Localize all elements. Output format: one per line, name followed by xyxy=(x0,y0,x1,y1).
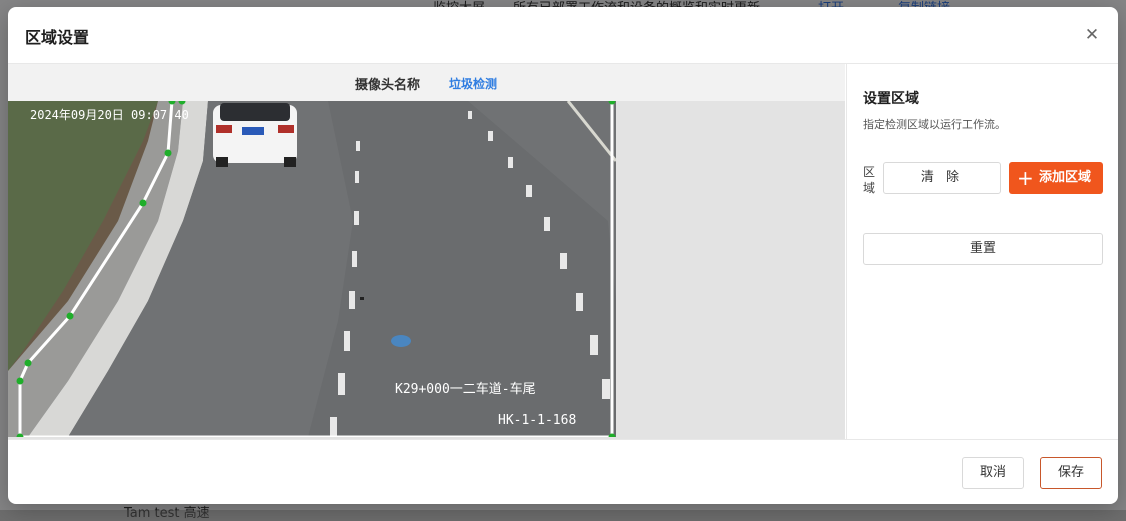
clear-button[interactable]: 清 除 xyxy=(883,162,1001,194)
polygon-vertex[interactable] xyxy=(66,312,74,320)
polygon-vertex[interactable] xyxy=(24,359,32,367)
add-region-button[interactable]: + 添加区域 xyxy=(1009,162,1103,194)
cancel-button[interactable]: 取消 xyxy=(962,457,1024,489)
dialog-header: 区域设置 ✕ xyxy=(8,7,1118,64)
polygon-vertex[interactable] xyxy=(16,377,24,385)
dialog-title: 区域设置 xyxy=(25,28,90,47)
camera-view-panel: 摄像头名称 垃圾检测 2024年09月20日 09:07:40 K29+000一… xyxy=(8,64,845,439)
close-icon[interactable]: ✕ xyxy=(1082,25,1102,45)
dialog-footer: 取消 保存 xyxy=(8,439,1118,504)
add-region-label: 添加区域 xyxy=(1039,170,1092,185)
camera-frame[interactable]: 2024年09月20日 09:07:40 K29+000一二车道-车尾 HK-1… xyxy=(8,101,616,437)
camera-name-label: 摄像头名称 xyxy=(355,78,421,93)
save-button[interactable]: 保存 xyxy=(1040,457,1102,489)
plus-icon: + xyxy=(1017,166,1034,190)
polygon-vertex[interactable] xyxy=(164,149,172,157)
camera-image[interactable]: 2024年09月20日 09:07:40 K29+000一二车道-车尾 HK-1… xyxy=(8,101,616,437)
camera-name-value: 垃圾检测 xyxy=(449,77,498,91)
region-panel-description: 指定检测区域以运行工作流。 xyxy=(863,118,1006,131)
osd-location: K29+000一二车道-车尾 xyxy=(395,381,536,397)
region-settings-dialog: 区域设置 ✕ 摄像头名称 垃圾检测 2024年09月20日 09:07:40 K… xyxy=(8,7,1118,504)
region-panel-title: 设置区域 xyxy=(863,91,919,107)
region-label: 区域 xyxy=(863,165,876,195)
reset-button[interactable]: 重置 xyxy=(863,233,1103,265)
camera-header: 摄像头名称 垃圾检测 xyxy=(8,64,845,101)
polygon-vertex[interactable] xyxy=(139,199,147,207)
region-settings-panel: 设置区域 指定检测区域以运行工作流。 区域 清 除 + 添加区域 重置 xyxy=(846,64,1118,439)
osd-camera-id: HK-1-1-168 xyxy=(498,413,576,428)
osd-timestamp: 2024年09月20日 09:07:40 xyxy=(30,108,189,122)
